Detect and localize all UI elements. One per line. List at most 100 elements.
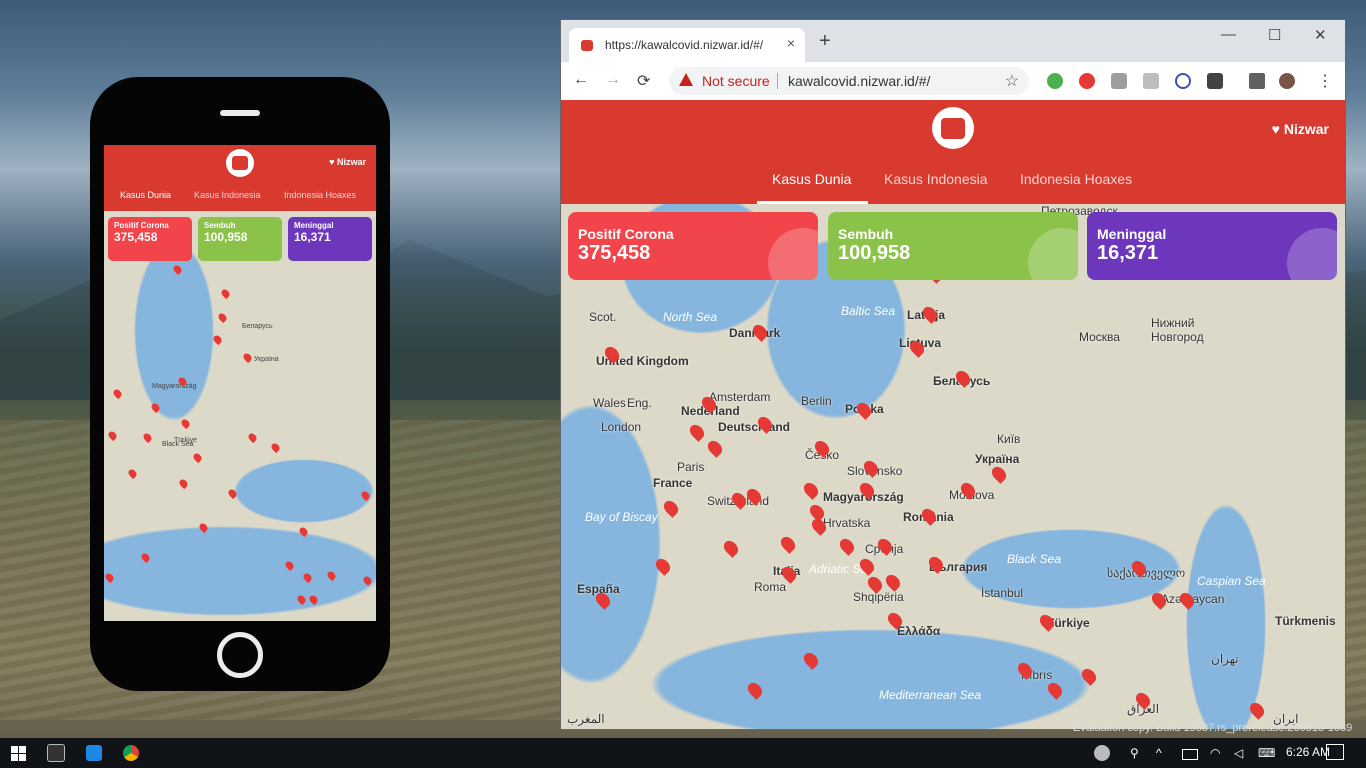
map-label-turkmenistan: Türkmenis xyxy=(1275,614,1336,628)
phone-map-marker[interactable] xyxy=(179,417,192,430)
back-button[interactable]: ← xyxy=(573,71,589,89)
bookmark-star-icon[interactable]: ☆ xyxy=(1005,71,1019,91)
browser-tab[interactable]: https://kawalcovid.nizwar.id/#/ × xyxy=(569,28,805,62)
phone-map-marker[interactable] xyxy=(104,571,116,584)
phone-map-marker[interactable] xyxy=(246,431,259,444)
phone-map-marker[interactable] xyxy=(295,593,308,606)
extension-adblock-icon[interactable] xyxy=(1079,73,1095,89)
phone-map-marker[interactable] xyxy=(297,525,310,538)
close-window-button[interactable]: ✕ xyxy=(1314,26,1327,44)
phone-stat-card-positif: Positif Corona 375,458 xyxy=(108,217,192,261)
map-marker[interactable] xyxy=(745,680,765,700)
maximize-button[interactable]: ☐ xyxy=(1268,26,1281,44)
phone-map-marker[interactable] xyxy=(111,387,124,400)
phone-map-marker[interactable] xyxy=(126,467,139,480)
taskbar-clock[interactable]: 6:26 AM xyxy=(1286,745,1330,759)
tab-indonesia-hoaxes[interactable]: Indonesia Hoaxes xyxy=(1020,171,1132,187)
tray-battery-icon[interactable] xyxy=(1182,749,1198,760)
map-marker[interactable] xyxy=(653,556,673,576)
tab-close-icon[interactable]: × xyxy=(787,35,795,51)
map-label-north-sea: North Sea xyxy=(663,310,718,324)
phone-map-marker[interactable] xyxy=(177,477,190,490)
phone-map-marker[interactable] xyxy=(191,451,204,464)
world-map[interactable]: North Sea Baltic Sea Black Sea Caspian S… xyxy=(561,204,1345,729)
map-marker[interactable] xyxy=(883,572,903,592)
map-marker[interactable] xyxy=(1045,680,1065,700)
map-label-maghrib: المغرب xyxy=(567,712,605,726)
map-marker[interactable] xyxy=(801,650,821,670)
map-marker[interactable] xyxy=(989,464,1009,484)
map-marker[interactable] xyxy=(837,536,857,556)
map-marker[interactable] xyxy=(801,480,821,500)
start-button[interactable] xyxy=(8,738,28,768)
tray-keyboard-icon[interactable]: ⌨ xyxy=(1258,746,1275,760)
phone-map-marker[interactable] xyxy=(216,311,229,324)
phone-map-marker[interactable] xyxy=(149,401,162,414)
taskbar-chrome[interactable] xyxy=(119,738,143,768)
phone-tab-kasus-indonesia[interactable]: Kasus Indonesia xyxy=(194,190,261,200)
phone-map-marker[interactable] xyxy=(106,429,119,442)
extension-block-icon[interactable] xyxy=(1175,73,1191,89)
site-logo-icon[interactable] xyxy=(932,107,974,149)
map-marker[interactable] xyxy=(721,538,741,558)
site-logo-icon[interactable] xyxy=(226,149,254,177)
phone-map-marker[interactable] xyxy=(301,571,314,584)
phone-map-marker[interactable] xyxy=(226,487,239,500)
phone-author-link[interactable]: ♥ Nizwar xyxy=(329,157,366,167)
phone-map-marker[interactable] xyxy=(269,441,282,454)
phone-map-marker[interactable] xyxy=(141,431,154,444)
map-marker[interactable] xyxy=(705,438,725,458)
author-link[interactable]: ♥ Nizwar xyxy=(1272,121,1329,137)
taskbar-terminal[interactable] xyxy=(44,738,68,768)
phone-tab-indonesia-hoaxes[interactable]: Indonesia Hoaxes xyxy=(284,190,356,200)
action-center-icon[interactable] xyxy=(1326,744,1344,760)
minimize-button[interactable]: — xyxy=(1221,26,1236,43)
profile-avatar[interactable] xyxy=(1279,73,1295,89)
url-text[interactable]: kawalcovid.nizwar.id/#/ xyxy=(788,73,930,89)
extension-json-icon[interactable] xyxy=(1207,73,1223,89)
security-indicator[interactable]: Not secure xyxy=(702,73,770,89)
phone-map-marker[interactable] xyxy=(171,263,184,276)
vscode-icon xyxy=(86,745,102,761)
tray-chevron-up-icon[interactable]: ^ xyxy=(1156,746,1162,760)
browser-toolbar: ← → ⟳ Not secure kawalcovid.nizwar.id/#/… xyxy=(561,62,1345,101)
map-marker[interactable] xyxy=(661,498,681,518)
phone-map-marker[interactable] xyxy=(219,287,232,300)
extension-window-icon[interactable] xyxy=(1143,73,1159,89)
phone-map-marker[interactable] xyxy=(307,593,320,606)
phone-map-marker[interactable] xyxy=(361,574,374,587)
tray-avatar-icon[interactable] xyxy=(1094,745,1110,761)
stat-card-positif: Positif Corona 375,458 xyxy=(568,212,818,280)
extension-globe-icon[interactable] xyxy=(1047,73,1063,89)
address-bar[interactable]: Not secure kawalcovid.nizwar.id/#/ ☆ xyxy=(669,67,1029,95)
phone-map-marker[interactable] xyxy=(359,489,372,502)
extension-camera-icon[interactable] xyxy=(1111,73,1127,89)
phone-map-marker[interactable] xyxy=(283,559,296,572)
forward-button[interactable]: → xyxy=(605,71,621,89)
media-control-icon[interactable] xyxy=(1249,73,1265,89)
new-tab-button[interactable]: + xyxy=(819,30,831,53)
phone-map[interactable]: Black Sea Беларусь Україна Türkiye Magya… xyxy=(104,211,376,621)
phone-tab-kasus-dunia[interactable]: Kasus Dunia xyxy=(120,190,171,200)
map-marker[interactable] xyxy=(687,422,707,442)
map-marker[interactable] xyxy=(778,534,798,554)
phone-map-marker[interactable] xyxy=(139,551,152,564)
map-label-france: France xyxy=(653,476,693,490)
map-marker[interactable] xyxy=(1079,666,1099,686)
taskbar-vscode[interactable] xyxy=(82,738,106,768)
tab-kasus-indonesia[interactable]: Kasus Indonesia xyxy=(884,171,988,187)
tray-people-icon[interactable]: ⚲ xyxy=(1130,746,1139,760)
phone-stat-card-meninggal: Meninggal 16,371 xyxy=(288,217,372,261)
phone-map-marker[interactable] xyxy=(211,333,224,346)
tab-kasus-dunia[interactable]: Kasus Dunia xyxy=(772,171,851,187)
phone-map-marker[interactable] xyxy=(197,521,210,534)
phone-home-button[interactable] xyxy=(217,632,263,678)
tray-wifi-icon[interactable]: ◠ xyxy=(1210,746,1220,760)
stat-value: 375,458 xyxy=(114,230,158,244)
tray-volume-icon[interactable]: ◁ xyxy=(1234,746,1243,760)
browser-menu-icon[interactable]: ⋮ xyxy=(1317,71,1333,91)
reload-button[interactable]: ⟳ xyxy=(637,71,650,91)
map-marker[interactable] xyxy=(1247,700,1267,720)
phone-map-marker[interactable] xyxy=(241,351,254,364)
phone-map-marker[interactable] xyxy=(325,569,338,582)
